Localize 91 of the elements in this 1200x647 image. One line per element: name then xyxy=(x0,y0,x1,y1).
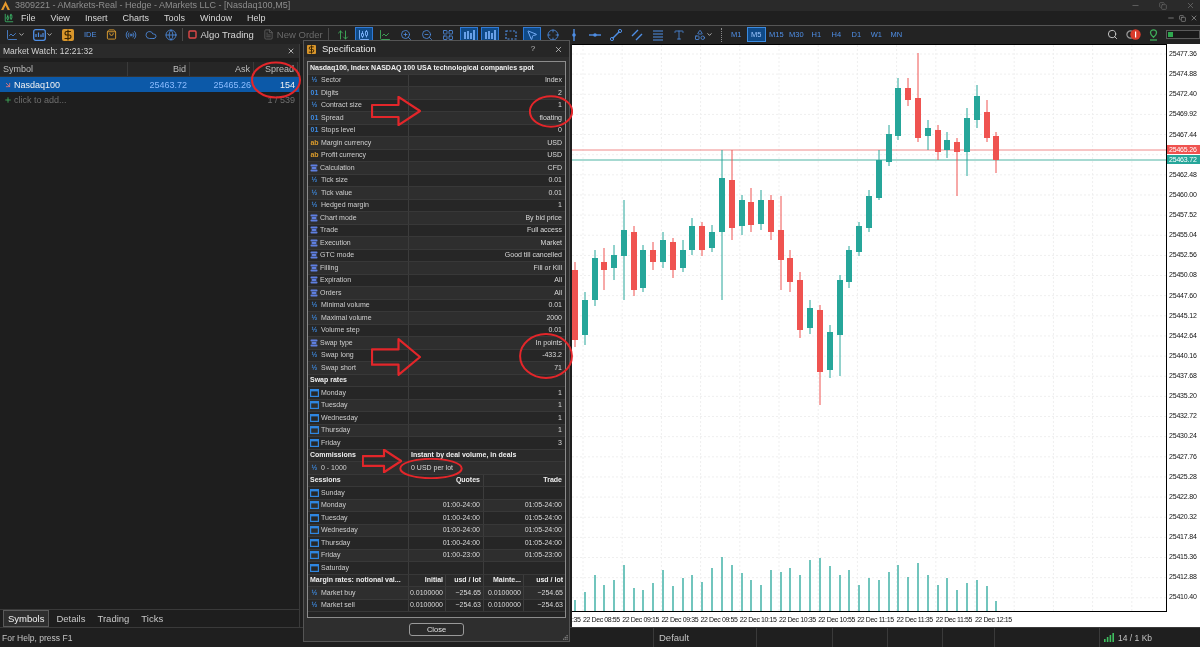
dollar-icon xyxy=(307,44,316,54)
calendar-icon xyxy=(310,488,319,497)
panel-tab[interactable]: Ticks xyxy=(136,610,169,627)
annotation-arrow xyxy=(362,449,402,473)
column-header[interactable]: Symbol xyxy=(3,62,33,76)
calendar-icon xyxy=(310,513,319,522)
caret-icon[interactable] xyxy=(18,31,25,38)
calendar-icon xyxy=(310,563,319,572)
calendar-icon xyxy=(310,438,319,447)
bar-chart-icon xyxy=(483,28,496,41)
column-header[interactable]: Bid xyxy=(173,62,186,76)
globe-icon[interactable] xyxy=(164,28,177,41)
channel-icon xyxy=(630,28,643,41)
calendar-icon xyxy=(310,526,319,535)
help-button[interactable]: ? xyxy=(527,43,539,55)
algo-trading-button[interactable]: Algo Trading xyxy=(187,28,254,41)
menu-item[interactable]: Charts xyxy=(122,12,149,24)
list-icon xyxy=(310,251,318,260)
up-down-arrows-icon xyxy=(336,28,349,41)
document-icon xyxy=(262,29,274,40)
line-chart-icon[interactable] xyxy=(6,28,18,41)
calendar-icon xyxy=(310,388,319,397)
annotation-ellipse xyxy=(519,332,573,380)
bid-price: 25463.72 xyxy=(149,78,187,92)
menu-item[interactable]: Help xyxy=(246,12,266,24)
cloud-icon[interactable] xyxy=(144,28,157,41)
stacked-lines-icon xyxy=(651,28,664,41)
bag-icon[interactable] xyxy=(105,29,117,40)
calendar-icon xyxy=(310,413,319,422)
plus-icon[interactable] xyxy=(4,95,12,104)
broadcast-icon[interactable] xyxy=(124,28,137,41)
pin-icon[interactable] xyxy=(1149,28,1158,41)
crosshair-icon xyxy=(546,28,559,41)
list-icon xyxy=(310,276,318,285)
close-icon[interactable] xyxy=(1190,14,1198,22)
annotation-arrow xyxy=(371,96,421,126)
panel-tab[interactable]: Symbols xyxy=(3,610,50,627)
profile-name: Default xyxy=(659,631,690,644)
close-icon[interactable] xyxy=(554,44,563,54)
calendar-icon xyxy=(310,538,319,547)
resize-grip-icon xyxy=(563,635,568,640)
dashed-frame-icon xyxy=(504,28,517,41)
caret-icon xyxy=(705,31,713,38)
list-icon xyxy=(310,226,318,235)
list-icon xyxy=(310,213,318,222)
caret-icon[interactable] xyxy=(46,31,53,38)
panel-title: Market Watch: 12:21:32 xyxy=(3,45,93,57)
zoom-out-icon xyxy=(420,28,433,41)
column-header[interactable]: Ask xyxy=(235,62,250,76)
menu-item[interactable]: File xyxy=(21,12,36,24)
trend-line-icon xyxy=(609,28,622,41)
status-text: For Help, press F1 xyxy=(2,631,73,644)
zoom-in-icon xyxy=(399,28,412,41)
calendar-icon xyxy=(310,426,319,435)
menu-item[interactable]: Insert xyxy=(84,12,108,24)
chart-window-icon[interactable] xyxy=(33,28,46,41)
calendar-icon xyxy=(310,501,319,510)
shapes-icon xyxy=(693,28,706,41)
spread-value: 154 xyxy=(279,78,295,92)
grid-icon xyxy=(441,28,454,41)
candlestick-icon xyxy=(4,13,14,23)
search-icon[interactable] xyxy=(1107,29,1118,40)
menu-item[interactable]: Tools xyxy=(163,12,185,24)
restore-icon[interactable] xyxy=(1179,14,1186,22)
calendar-icon xyxy=(310,401,319,410)
cursor-icon xyxy=(525,28,538,41)
window-title: 3809221 - AMarkets-Real - Hedge - AMarkets LLC - [Nasdaq100,M5] xyxy=(15,0,291,11)
bar-chart-icon xyxy=(462,28,475,41)
column-header[interactable]: Spread xyxy=(264,62,294,76)
dollar-icon[interactable] xyxy=(62,28,74,41)
list-icon xyxy=(310,163,318,172)
text-tool-icon xyxy=(672,28,685,41)
candlestick-icon xyxy=(357,28,370,41)
calendar-icon xyxy=(310,551,319,560)
ask-price: 25465.26 xyxy=(213,78,251,92)
panel-tab[interactable]: Details xyxy=(51,610,91,627)
menu-item[interactable]: Window xyxy=(199,12,232,24)
annotation-arrow xyxy=(371,338,421,376)
symbol-row[interactable]: Nasdaq100 25463.72 25465.26 154 xyxy=(0,77,299,92)
menu-item[interactable]: View xyxy=(50,12,70,24)
line-chart-icon xyxy=(378,28,391,41)
list-icon xyxy=(310,338,318,347)
dialog-title: Specification xyxy=(322,43,376,55)
list-icon xyxy=(310,263,318,272)
signal-bars-icon xyxy=(1104,633,1114,642)
symbol-name: Nasdaq100 xyxy=(14,78,61,92)
list-icon xyxy=(310,288,318,297)
notification-icon[interactable] xyxy=(1126,29,1141,40)
panel-tab[interactable]: Trading xyxy=(92,610,135,627)
list-icon xyxy=(310,238,318,247)
traffic-text: 14 / 1 Kb xyxy=(1118,631,1153,644)
